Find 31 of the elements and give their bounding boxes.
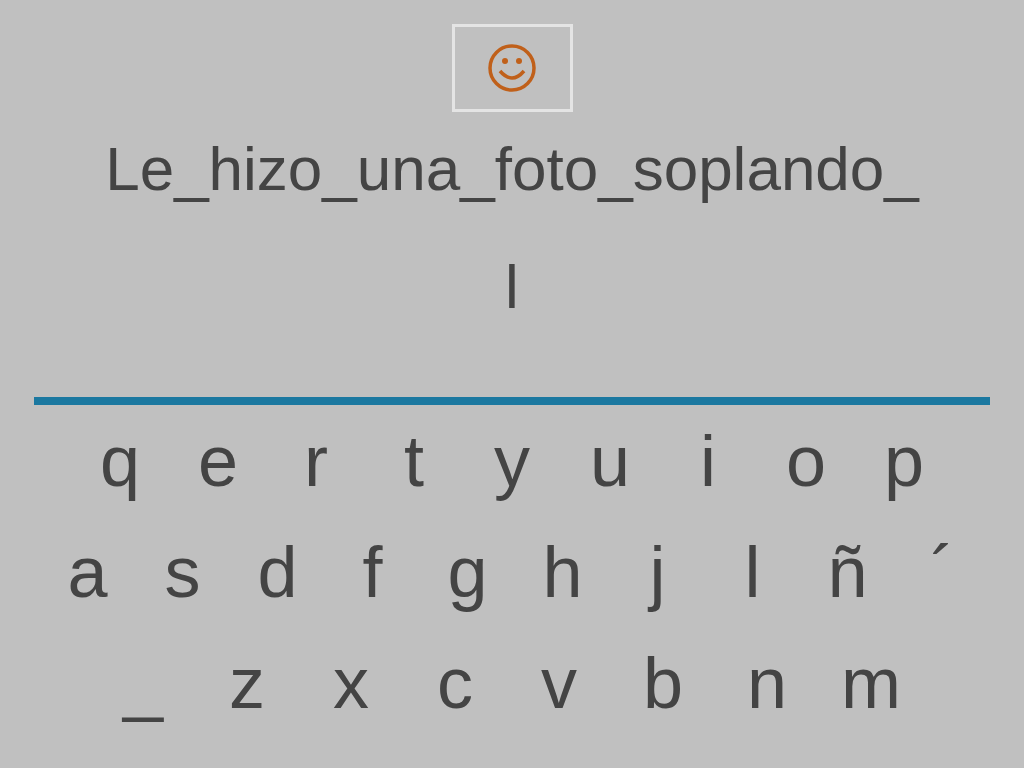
letter-key[interactable]: i (659, 418, 757, 503)
letter-key[interactable]: q (71, 418, 169, 503)
letter-key[interactable]: ´ (895, 529, 990, 614)
letter-key[interactable]: e (169, 418, 267, 503)
letter-key[interactable]: o (757, 418, 855, 503)
letter-key[interactable]: y (463, 418, 561, 503)
letter-key[interactable]: x (299, 640, 403, 725)
letter-key[interactable]: j (610, 529, 705, 614)
letter-key[interactable]: z (195, 640, 299, 725)
letter-key[interactable]: a (40, 529, 135, 614)
letter-key[interactable]: _ (91, 640, 195, 725)
letter-key[interactable]: l (705, 529, 800, 614)
letter-key[interactable]: h (515, 529, 610, 614)
letter-key[interactable]: t (365, 418, 463, 503)
letter-key[interactable]: g (420, 529, 515, 614)
smiley-icon (487, 43, 537, 93)
letter-key[interactable]: c (403, 640, 507, 725)
letter-key[interactable]: d (230, 529, 325, 614)
letter-key[interactable]: b (611, 640, 715, 725)
letter-key[interactable]: r (267, 418, 365, 503)
letter-key[interactable]: u (561, 418, 659, 503)
letter-key[interactable]: n (715, 640, 819, 725)
sentence-text: Le_hizo_una_foto_soplando_ (105, 133, 919, 205)
letter-key[interactable]: s (135, 529, 230, 614)
letter-key[interactable]: f (325, 529, 420, 614)
letter-key[interactable]: p (855, 418, 953, 503)
answer-text: l (505, 251, 519, 323)
letter-key[interactable]: m (819, 640, 923, 725)
smiley-button[interactable] (451, 24, 573, 112)
letter-key[interactable]: ñ (800, 529, 895, 614)
letter-key[interactable]: v (507, 640, 611, 725)
